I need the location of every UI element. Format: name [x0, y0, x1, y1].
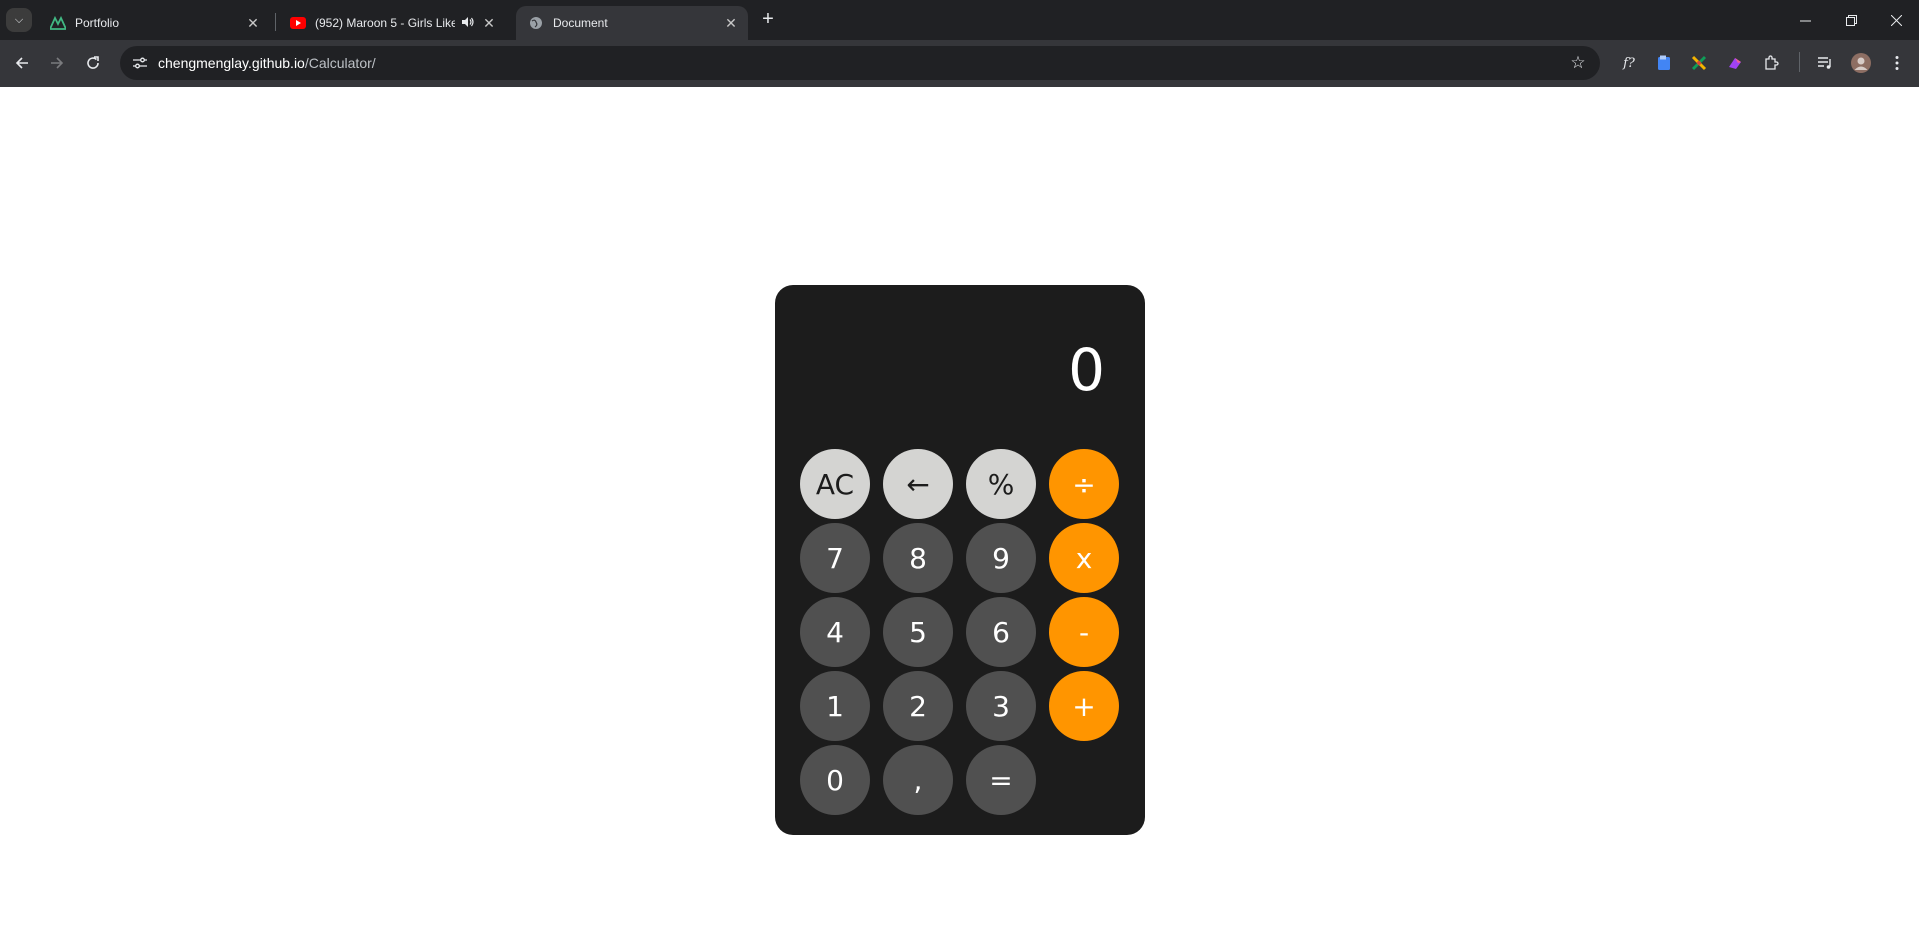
key-0-button[interactable]: 0: [800, 745, 870, 815]
star-icon[interactable]: ☆: [1568, 53, 1588, 73]
key-4-button[interactable]: 4: [800, 597, 870, 667]
tab-portfolio[interactable]: Portfolio ✕: [38, 6, 270, 40]
key-6-button[interactable]: 6: [966, 597, 1036, 667]
calculator-display: 0: [1068, 336, 1105, 404]
calculator-keypad: AC ←% ÷ 7 8 9 x 4 5 6- 1 2 3 +0, =: [800, 449, 1119, 815]
calculator: 0 AC ←% ÷ 7 8 9 x 4 5 6- 1 2 3 +0, =: [775, 285, 1145, 835]
close-window-button[interactable]: [1873, 0, 1919, 40]
key-multiply-button[interactable]: x: [1049, 523, 1119, 593]
key-add-button[interactable]: +: [1049, 671, 1119, 741]
toolbar-divider: [1799, 52, 1800, 72]
tools-extension-icon[interactable]: [1688, 52, 1710, 74]
back-button[interactable]: [7, 48, 37, 78]
key-comma-button[interactable]: ,: [883, 745, 953, 815]
minimize-button[interactable]: [1782, 0, 1828, 40]
docs-extension-icon[interactable]: [1653, 52, 1675, 74]
tab-search-button[interactable]: ⌵: [6, 8, 32, 32]
new-tab-button[interactable]: +: [757, 8, 779, 32]
key-clear-button[interactable]: AC: [800, 449, 870, 519]
vue-logo-icon: [50, 15, 66, 31]
key-8-button[interactable]: 8: [883, 523, 953, 593]
url-text: chengmenglay.github.io/Calculator/: [158, 55, 376, 71]
url-host: chengmenglay.github.io: [158, 55, 305, 71]
tab-title: Document: [553, 16, 608, 30]
tab-youtube[interactable]: (952) Maroon 5 - Girls Like You ✕: [278, 6, 506, 40]
close-icon[interactable]: ✕: [244, 14, 262, 32]
key-2-button[interactable]: 2: [883, 671, 953, 741]
key-percent-button[interactable]: %: [966, 449, 1036, 519]
tab-title: (952) Maroon 5 - Girls Like You: [315, 16, 455, 30]
media-controls-icon[interactable]: [1814, 52, 1836, 74]
key-subtract-button[interactable]: -: [1049, 597, 1119, 667]
restore-button[interactable]: [1828, 0, 1874, 40]
menu-icon[interactable]: [1886, 52, 1908, 74]
key-backspace-button[interactable]: ←: [883, 449, 953, 519]
key-1-button[interactable]: 1: [800, 671, 870, 741]
key-divide-button[interactable]: ÷: [1049, 449, 1119, 519]
ai-extension-icon[interactable]: [1724, 52, 1746, 74]
forward-button[interactable]: [42, 48, 72, 78]
browser-toolbar: chengmenglay.github.io/Calculator/ ☆ f?: [0, 40, 1919, 87]
tab-divider: [275, 13, 276, 31]
key-9-button[interactable]: 9: [966, 523, 1036, 593]
tab-strip: ⌵ Portfolio ✕ (952) Maroon 5 - Girls Lik…: [0, 0, 1919, 40]
tab-document[interactable]: Document ✕: [516, 6, 748, 40]
chevron-down-icon: ⌵: [14, 13, 24, 26]
url-path: /Calculator/: [304, 55, 376, 71]
youtube-icon: [290, 15, 306, 31]
reload-button[interactable]: [78, 48, 108, 78]
font-extension-icon[interactable]: f?: [1618, 52, 1640, 74]
extensions-icon[interactable]: [1760, 52, 1782, 74]
key-7-button[interactable]: 7: [800, 523, 870, 593]
close-icon[interactable]: ✕: [480, 14, 498, 32]
key-equals-button[interactable]: =: [966, 745, 1036, 815]
globe-icon: [528, 15, 544, 31]
tab-title: Portfolio: [75, 16, 120, 30]
address-bar[interactable]: chengmenglay.github.io/Calculator/ ☆: [120, 46, 1600, 80]
avatar[interactable]: [1850, 52, 1872, 74]
speaker-icon[interactable]: [461, 16, 474, 31]
key-5-button[interactable]: 5: [883, 597, 953, 667]
key-3-button[interactable]: 3: [966, 671, 1036, 741]
close-icon[interactable]: ✕: [722, 14, 740, 32]
site-info-icon[interactable]: [128, 51, 152, 75]
